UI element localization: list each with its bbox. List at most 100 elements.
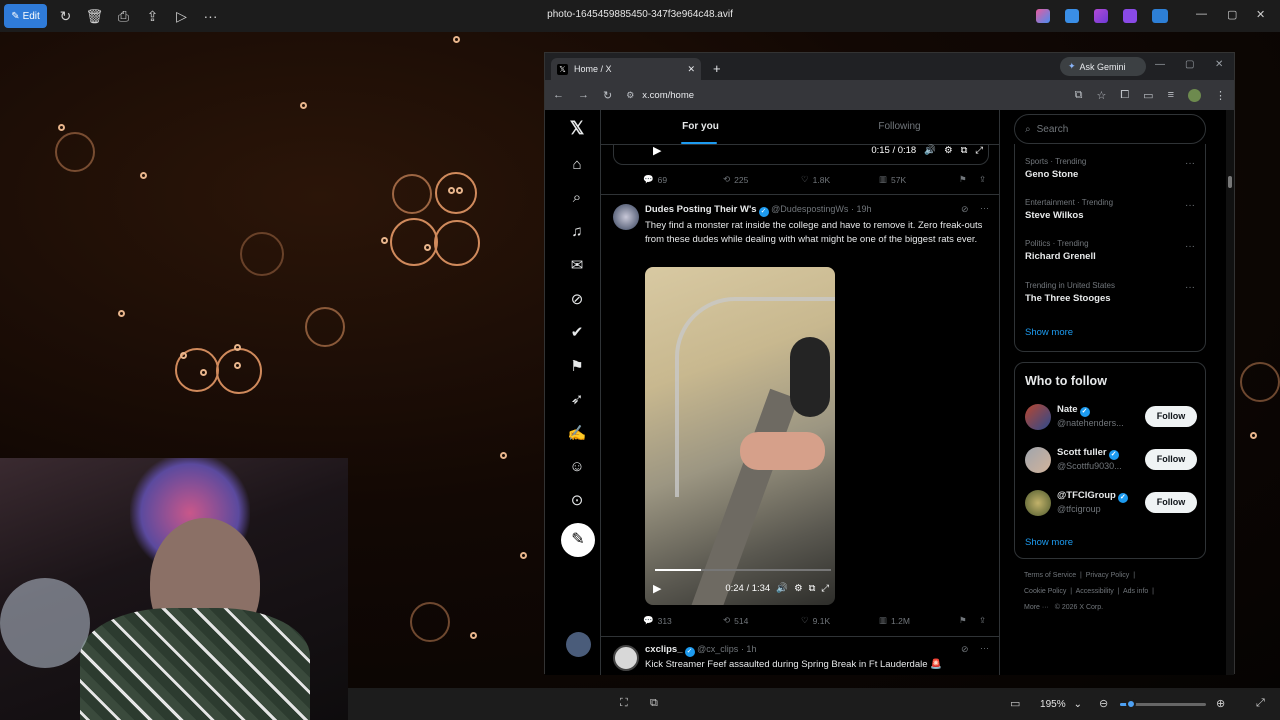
scrollbar-thumb[interactable] bbox=[1228, 176, 1232, 188]
share-post-icon[interactable]: ⇪ bbox=[979, 615, 986, 626]
zoom-in-icon[interactable]: ⊕ bbox=[1216, 697, 1225, 710]
fit-screen-icon[interactable]: ⛶ bbox=[620, 697, 628, 710]
close-icon[interactable]: ✕ bbox=[1256, 8, 1265, 21]
grok-icon[interactable]: ⊘ bbox=[567, 290, 587, 310]
search-input[interactable]: ⌕ Search bbox=[1014, 114, 1206, 144]
zoom-slider-thumb[interactable] bbox=[1126, 699, 1137, 709]
compose-post-button[interactable]: ✎ bbox=[561, 523, 595, 557]
follow-handle[interactable]: @natehenders... bbox=[1057, 418, 1124, 428]
post-handle[interactable]: @DudespostingWs bbox=[771, 204, 848, 214]
delete-icon[interactable]: 🗑 bbox=[80, 4, 109, 28]
rocket-icon[interactable]: ➶ bbox=[567, 390, 587, 410]
expand-icon[interactable]: ⤢ bbox=[1256, 697, 1265, 710]
play-icon[interactable]: ▶ bbox=[653, 144, 661, 157]
notifications-bell-icon[interactable]: ♫ bbox=[567, 222, 587, 242]
edit-app-icon[interactable] bbox=[1123, 9, 1137, 23]
views-stat[interactable]: ▥ 1.2M bbox=[879, 615, 910, 626]
footer-terms[interactable]: Terms of Service bbox=[1024, 572, 1076, 579]
clipchamp-icon[interactable] bbox=[1094, 9, 1108, 23]
info-icon[interactable]: ⧉ bbox=[650, 697, 658, 710]
articles-icon[interactable]: ✍ bbox=[567, 424, 587, 444]
browser-tab[interactable]: 𝕏 Home / X ✕ bbox=[551, 58, 701, 80]
ask-gemini-button[interactable]: ✦ Ask Gemini bbox=[1060, 57, 1146, 76]
follow-handle[interactable]: @Scottfu9030... bbox=[1057, 461, 1122, 471]
onedrive-icon[interactable] bbox=[1152, 9, 1168, 23]
tab-following[interactable]: Following bbox=[800, 110, 999, 144]
post-avatar[interactable] bbox=[613, 645, 639, 671]
follow-button[interactable]: Follow bbox=[1145, 492, 1197, 513]
views-stat[interactable]: ▥ 57K bbox=[879, 174, 906, 185]
profile-avatar[interactable] bbox=[1188, 88, 1201, 102]
post-handle[interactable]: @cx_clips bbox=[697, 644, 738, 654]
footer-cookie[interactable]: Cookie Policy bbox=[1024, 588, 1066, 595]
trend-more-icon[interactable]: ··· bbox=[1185, 282, 1195, 293]
bookmarks-icon[interactable]: ⚑ bbox=[567, 357, 587, 377]
rotate-icon[interactable]: ↻ bbox=[51, 4, 80, 28]
post-author-name[interactable]: cxclips_ bbox=[645, 644, 683, 655]
premium-verified-icon[interactable]: ✔ bbox=[567, 323, 587, 343]
like-stat[interactable]: ♡ 9.1K bbox=[801, 615, 830, 626]
x-logo-icon[interactable]: 𝕏 bbox=[567, 118, 587, 138]
print-icon[interactable]: ⎙ bbox=[109, 4, 138, 28]
reply-stat[interactable]: 💬 69 bbox=[643, 174, 667, 185]
page-scrollbar[interactable] bbox=[1226, 110, 1234, 675]
zoom-dropdown[interactable]: 195% ⌄ bbox=[1036, 694, 1086, 714]
profile-icon[interactable]: ☺ bbox=[567, 457, 587, 477]
tab-for-you[interactable]: For you bbox=[601, 110, 800, 144]
maximize-icon[interactable]: ▢ bbox=[1227, 8, 1237, 21]
trend-more-icon[interactable]: ··· bbox=[1185, 158, 1195, 169]
post-time[interactable]: · 19h bbox=[851, 204, 872, 214]
video-settings-icon[interactable]: ⚙ bbox=[944, 145, 953, 156]
pip-icon[interactable]: ⧉ bbox=[961, 145, 968, 156]
reload-icon[interactable]: ↻ bbox=[603, 89, 612, 102]
forward-icon[interactable]: → bbox=[578, 89, 589, 101]
trend-more-icon[interactable]: ··· bbox=[1185, 241, 1195, 252]
trends-show-more[interactable]: Show more bbox=[1025, 327, 1073, 338]
share-icon[interactable]: ⇪ bbox=[138, 4, 167, 28]
copilot-icon[interactable] bbox=[1036, 9, 1050, 23]
tab-close-icon[interactable]: ✕ bbox=[687, 64, 695, 75]
explore-search-icon[interactable]: ⌕ bbox=[567, 188, 587, 208]
post-more-icon[interactable]: ··· bbox=[980, 643, 989, 653]
grok-post-icon[interactable]: ⊘ bbox=[961, 204, 969, 215]
like-stat[interactable]: ♡ 1.8K bbox=[801, 174, 830, 185]
minimize-icon[interactable]: — bbox=[1196, 8, 1207, 20]
actual-size-icon[interactable]: ▭ bbox=[1010, 697, 1020, 710]
edit-button[interactable]: ✎ Edit bbox=[4, 4, 47, 28]
url-field[interactable]: x.com/home bbox=[642, 90, 694, 101]
repost-stat[interactable]: ⟲ 225 bbox=[723, 174, 748, 185]
video-2-fullscreen-icon[interactable]: ⤢ bbox=[821, 583, 829, 594]
back-icon[interactable]: ← bbox=[553, 89, 564, 101]
follow-button[interactable]: Follow bbox=[1145, 449, 1197, 470]
video-2-volume-icon[interactable]: 🔊 bbox=[776, 583, 788, 594]
post-more-icon[interactable]: ··· bbox=[980, 203, 989, 213]
bookmark-star-icon[interactable]: ☆ bbox=[1096, 89, 1106, 102]
trend-item[interactable]: Trending in United States The Three Stoog… bbox=[1025, 281, 1115, 304]
reply-stat[interactable]: 💬 313 bbox=[643, 615, 672, 626]
video-2-settings-icon[interactable]: ⚙ bbox=[794, 583, 803, 594]
trend-item[interactable]: Sports · Trending Geno Stone bbox=[1025, 157, 1086, 180]
volume-icon[interactable]: 🔊 bbox=[924, 145, 936, 156]
designer-icon[interactable] bbox=[1065, 9, 1079, 23]
messages-mail-icon[interactable]: ✉ bbox=[567, 256, 587, 276]
win-close-icon[interactable]: ✕ bbox=[1215, 59, 1223, 70]
follow-name-row[interactable]: Nate ✓ bbox=[1057, 404, 1090, 417]
footer-ads[interactable]: Ads info bbox=[1123, 588, 1148, 595]
follow-avatar[interactable] bbox=[1025, 404, 1051, 430]
video-progress-track[interactable] bbox=[655, 569, 831, 571]
reading-list-icon[interactable]: ≡ bbox=[1168, 89, 1174, 101]
footer-accessibility[interactable]: Accessibility bbox=[1076, 588, 1114, 595]
footer-privacy[interactable]: Privacy Policy bbox=[1086, 572, 1130, 579]
trend-more-icon[interactable]: ··· bbox=[1185, 200, 1195, 211]
more-circle-icon[interactable]: ⊙ bbox=[567, 491, 587, 511]
home-icon[interactable]: ⌂ bbox=[567, 155, 587, 175]
post-time[interactable]: · 1h bbox=[741, 644, 757, 654]
trend-item[interactable]: Entertainment · Trending Steve Wilkos bbox=[1025, 198, 1113, 221]
follow-show-more[interactable]: Show more bbox=[1025, 537, 1073, 548]
new-tab-icon[interactable]: + bbox=[713, 61, 721, 76]
install-app-icon[interactable]: ⧉ bbox=[1075, 89, 1083, 102]
follow-avatar[interactable] bbox=[1025, 490, 1051, 516]
follow-handle[interactable]: @tfcigroup bbox=[1057, 504, 1101, 514]
trend-item[interactable]: Politics · Trending Richard Grenell bbox=[1025, 239, 1096, 262]
repost-stat[interactable]: ⟲ 514 bbox=[723, 615, 748, 626]
